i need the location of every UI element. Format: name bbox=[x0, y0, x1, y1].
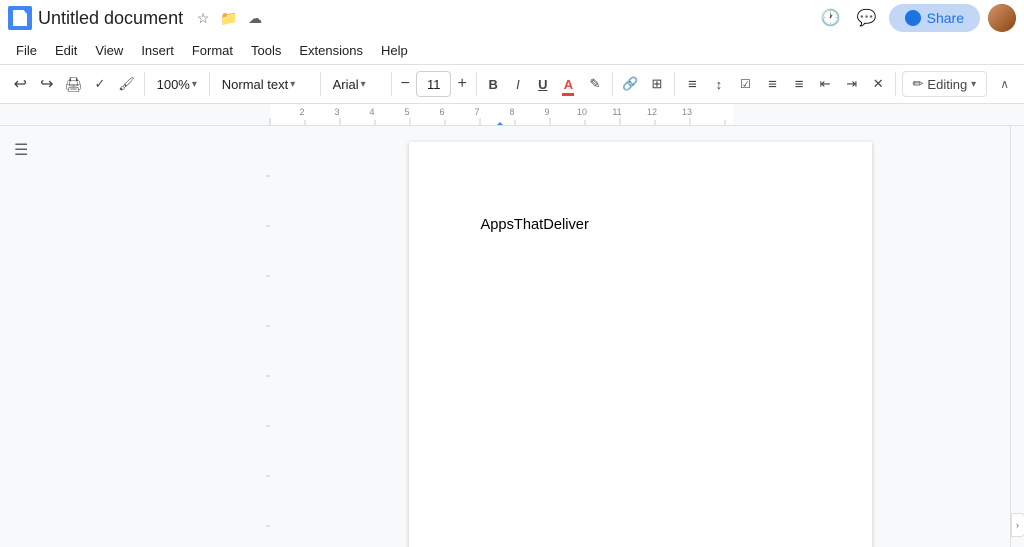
share-icon bbox=[905, 10, 921, 26]
underline-button[interactable]: U bbox=[531, 71, 554, 97]
svg-text:12: 12 bbox=[647, 107, 657, 117]
menu-format[interactable]: Format bbox=[184, 40, 241, 61]
menu-edit[interactable]: Edit bbox=[47, 40, 85, 61]
left-ruler bbox=[256, 126, 270, 547]
toolbar-sep-1 bbox=[144, 72, 145, 96]
font-size-input[interactable]: 11 bbox=[416, 71, 451, 97]
document-text[interactable]: AppsThatDeliver bbox=[481, 217, 589, 233]
numbered-list-button[interactable]: ≡ bbox=[786, 70, 811, 98]
document-page[interactable]: AppsThatDeliver bbox=[409, 142, 872, 547]
font-size-increase-button[interactable]: + bbox=[453, 71, 471, 97]
toolbar-sep-4 bbox=[391, 72, 392, 96]
svg-text:9: 9 bbox=[544, 107, 549, 117]
menu-help[interactable]: Help bbox=[373, 40, 416, 61]
line-spacing-button[interactable]: ↕ bbox=[707, 70, 732, 98]
clear-formatting-button[interactable]: ✕ bbox=[866, 70, 891, 98]
image-button[interactable]: ⊞ bbox=[645, 70, 670, 98]
right-sidebar: › bbox=[1010, 126, 1024, 547]
menu-file[interactable]: File bbox=[8, 40, 45, 61]
folder-icon[interactable]: 📁 bbox=[219, 8, 239, 28]
bold-button[interactable]: B bbox=[482, 71, 505, 97]
highlight-button[interactable]: ✎ bbox=[583, 70, 608, 98]
svg-text:3: 3 bbox=[334, 107, 339, 117]
toolbar-collapse-button[interactable]: ∧ bbox=[993, 71, 1016, 97]
toolbar-sep-8 bbox=[895, 72, 896, 96]
zoom-level: 100% bbox=[157, 77, 190, 92]
svg-text:4: 4 bbox=[369, 107, 374, 117]
title-bar: Untitled document ☆ 📁 ☁ 🕐 💬 Share bbox=[0, 0, 1024, 36]
avatar[interactable] bbox=[988, 4, 1016, 32]
text-color-button[interactable]: A bbox=[556, 70, 581, 98]
toolbar-sep-6 bbox=[612, 72, 613, 96]
font-arrow: ▾ bbox=[361, 79, 366, 90]
document-area[interactable]: AppsThatDeliver bbox=[270, 126, 1010, 547]
font-size-value: 11 bbox=[427, 77, 441, 92]
pencil-icon: ✏ bbox=[913, 76, 924, 92]
outline-icon[interactable]: ☰ bbox=[14, 140, 28, 160]
cloud-icon[interactable]: ☁ bbox=[245, 8, 265, 28]
right-collapse-handle[interactable]: › bbox=[1011, 513, 1024, 537]
vertical-ruler bbox=[256, 126, 270, 547]
editing-mode-label: Editing bbox=[927, 77, 967, 92]
svg-text:5: 5 bbox=[404, 107, 409, 117]
indent-more-button[interactable]: ⇥ bbox=[839, 70, 864, 98]
indent-less-button[interactable]: ⇤ bbox=[813, 70, 838, 98]
share-label: Share bbox=[927, 10, 964, 26]
spell-check-button[interactable]: ✓ bbox=[88, 70, 113, 98]
link-button[interactable]: 🔗 bbox=[618, 70, 643, 98]
toolbar-sep-5 bbox=[476, 72, 477, 96]
toolbar-sep-3 bbox=[320, 72, 321, 96]
svg-text:6: 6 bbox=[439, 107, 444, 117]
align-button[interactable]: ≡ bbox=[680, 70, 705, 98]
editing-mode-dropdown[interactable]: ✏ Editing ▾ bbox=[902, 71, 988, 97]
doc-icon bbox=[8, 6, 32, 30]
toolbar-sep-2 bbox=[209, 72, 210, 96]
main-area: ☰ AppsTh bbox=[0, 126, 1024, 547]
svg-text:10: 10 bbox=[577, 107, 587, 117]
style-dropdown[interactable]: Normal text ▾ bbox=[215, 73, 315, 96]
style-label: Normal text bbox=[222, 77, 288, 92]
italic-button[interactable]: I bbox=[507, 71, 530, 97]
font-label: Arial bbox=[333, 77, 359, 92]
zoom-arrow: ▾ bbox=[192, 79, 197, 90]
style-arrow: ▾ bbox=[290, 79, 295, 90]
document-content[interactable]: AppsThatDeliver bbox=[481, 214, 800, 236]
font-size-decrease-button[interactable]: − bbox=[397, 71, 415, 97]
menu-bar: File Edit View Insert Format Tools Exten… bbox=[0, 36, 1024, 64]
left-sidebar: ☰ bbox=[0, 126, 270, 547]
share-button[interactable]: Share bbox=[889, 4, 980, 32]
toolbar-sep-7 bbox=[674, 72, 675, 96]
svg-text:7: 7 bbox=[474, 107, 479, 117]
history-icon[interactable]: 🕐 bbox=[817, 4, 845, 32]
checklist-button[interactable]: ☑ bbox=[733, 70, 758, 98]
toolbar: ↩ ↪ 🖨 ✓ 🖌 100% ▾ Normal text ▾ Arial ▾ −… bbox=[0, 64, 1024, 104]
ruler: // We'll do this with inline HTML 2 3 4 … bbox=[0, 104, 1024, 126]
star-icon[interactable]: ☆ bbox=[193, 8, 213, 28]
editing-mode-arrow: ▾ bbox=[971, 79, 976, 90]
redo-button[interactable]: ↪ bbox=[35, 70, 60, 98]
undo-button[interactable]: ↩ bbox=[8, 70, 33, 98]
doc-title[interactable]: Untitled document bbox=[38, 8, 183, 29]
ruler-svg: // We'll do this with inline HTML 2 3 4 … bbox=[0, 104, 1024, 126]
menu-insert[interactable]: Insert bbox=[133, 40, 182, 61]
zoom-dropdown[interactable]: 100% ▾ bbox=[150, 73, 204, 96]
comment-icon[interactable]: 💬 bbox=[853, 4, 881, 32]
bullet-list-button[interactable]: ≡ bbox=[760, 70, 785, 98]
menu-view[interactable]: View bbox=[87, 40, 131, 61]
title-right: 🕐 💬 Share bbox=[817, 4, 1016, 32]
svg-text:13: 13 bbox=[682, 107, 692, 117]
title-icons: ☆ 📁 ☁ bbox=[193, 8, 265, 28]
svg-text:8: 8 bbox=[509, 107, 514, 117]
svg-text:2: 2 bbox=[299, 107, 304, 117]
font-dropdown[interactable]: Arial ▾ bbox=[326, 73, 386, 96]
menu-tools[interactable]: Tools bbox=[243, 40, 289, 61]
svg-text:11: 11 bbox=[612, 107, 621, 117]
print-button[interactable]: 🖨 bbox=[61, 70, 86, 98]
menu-extensions[interactable]: Extensions bbox=[291, 40, 371, 61]
paint-format-button[interactable]: 🖌 bbox=[114, 70, 139, 98]
